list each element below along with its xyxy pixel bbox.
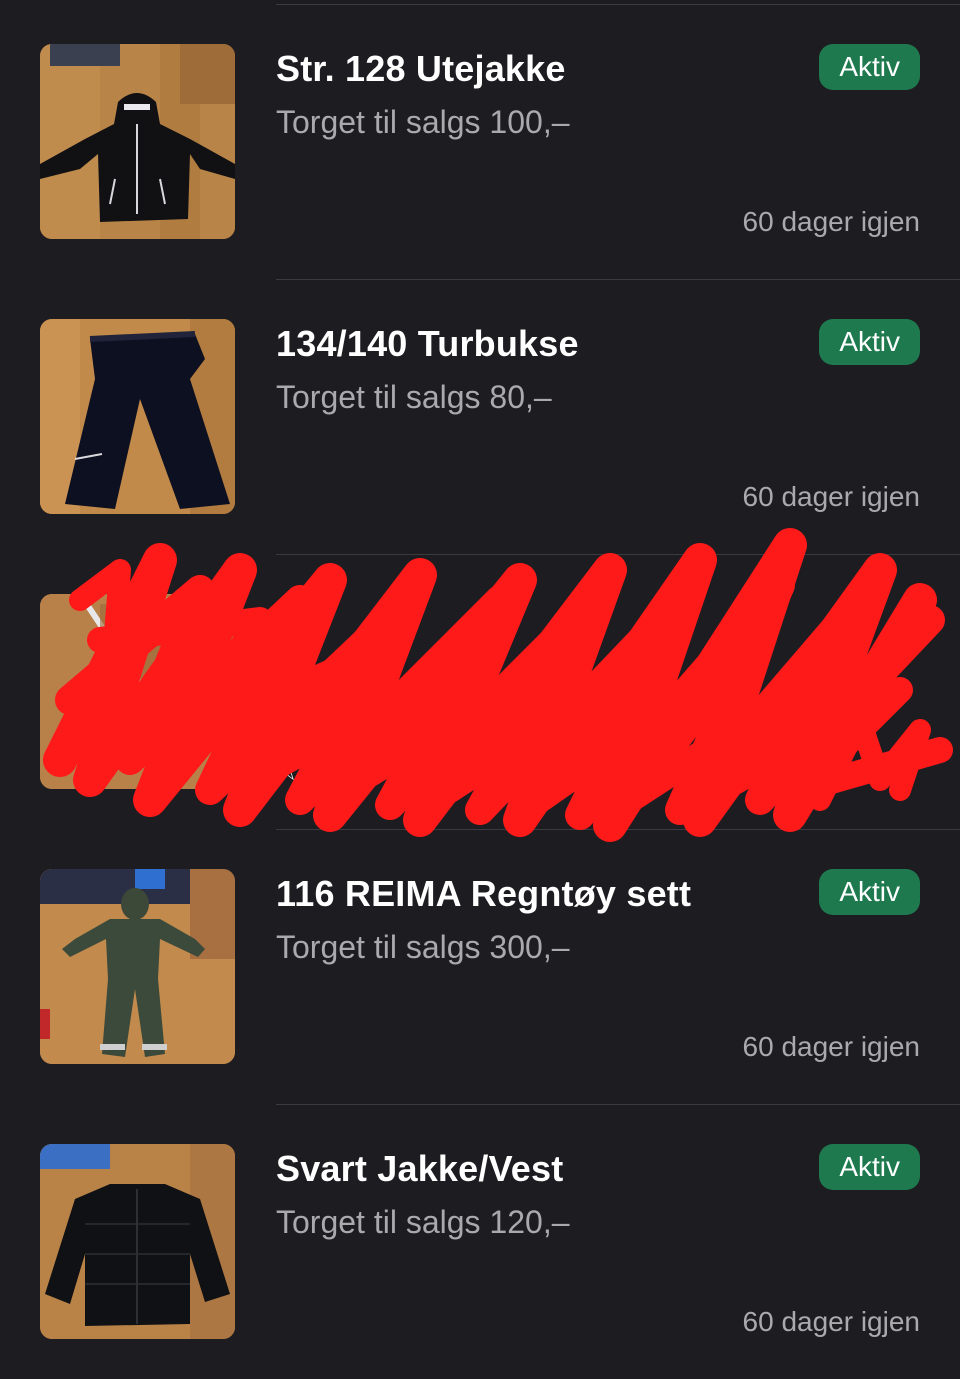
favorite-count: ☆ 1: [276, 756, 322, 786]
listing-price: Torget til salgs 80,–: [276, 379, 552, 415]
days-remaining: 60 dager igjen: [742, 481, 920, 512]
listing-item[interactable]: Svart Jakke/Vest Torget til salgs 120,– …: [0, 1104, 960, 1379]
listing-list: Str. 128 Utejakke Torget til salgs 100,–…: [0, 0, 960, 1354]
listing-price: Torget til salgs 100,–: [276, 104, 570, 140]
status-badge: Aktiv: [819, 319, 920, 365]
days-remaining: 60 dager igjen: [742, 1031, 920, 1062]
listing-item[interactable]: ☆ 1: [0, 554, 960, 829]
listing-title: 134/140 Turbukse: [276, 323, 579, 364]
listing-item[interactable]: 116 REIMA Regntøy sett Torget til salgs …: [0, 829, 960, 1104]
listing-price: Torget til salgs 300,–: [276, 929, 570, 965]
days-remaining: 60 dager igjen: [742, 206, 920, 237]
listing-item[interactable]: 134/140 Turbukse Torget til salgs 80,– A…: [0, 279, 960, 554]
status-badge: Aktiv: [819, 44, 920, 90]
days-remaining: 60 dager igjen: [742, 1306, 920, 1337]
pants-photo: [40, 319, 235, 514]
favorite-icon: ☆: [276, 756, 307, 786]
status-badge: Aktiv: [819, 869, 920, 915]
redacted-photo: [40, 594, 235, 789]
listing-price: Torget til salgs 120,–: [276, 1204, 570, 1240]
status-badge: Aktiv: [819, 1144, 920, 1190]
puffer-jacket-photo: [40, 1144, 235, 1339]
listing-title: Svart Jakke/Vest: [276, 1148, 564, 1189]
listing-item[interactable]: Str. 128 Utejakke Torget til salgs 100,–…: [0, 4, 960, 279]
listing-title: Str. 128 Utejakke: [276, 48, 566, 89]
listing-title: 116 REIMA Regntøy sett: [276, 873, 692, 914]
rainwear-photo: [40, 869, 235, 1064]
jacket-photo: [40, 44, 235, 239]
